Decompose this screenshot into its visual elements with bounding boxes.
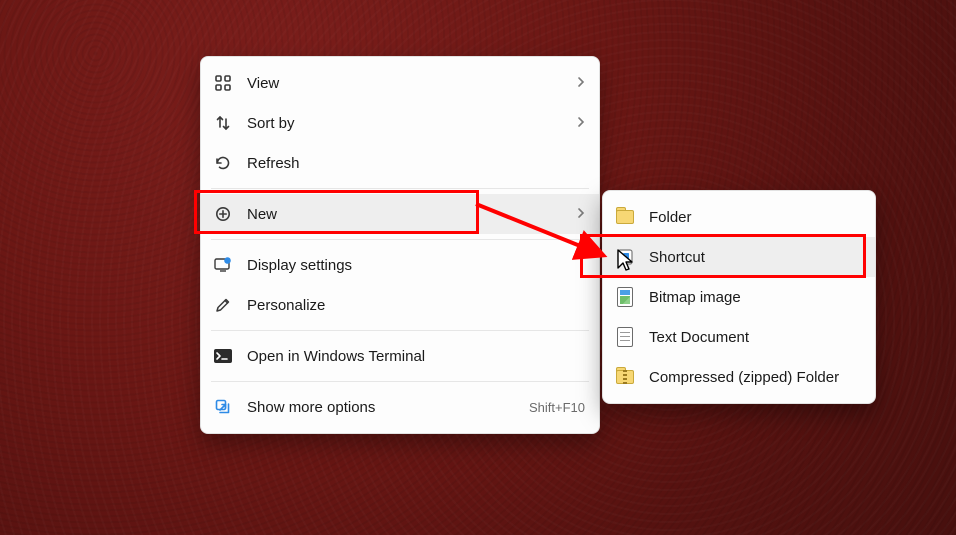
desktop-background: View Sort by Refresh xyxy=(0,0,956,535)
more-options-icon xyxy=(213,397,233,417)
menu-separator xyxy=(211,188,589,189)
menu-item-open-in-windows-terminal[interactable]: Open in Windows Terminal xyxy=(201,336,599,376)
menu-item-label: Refresh xyxy=(247,155,585,172)
menu-item-label: New xyxy=(247,206,557,223)
chevron-right-icon xyxy=(571,115,585,132)
new-submenu: Folder Shortcut Bitmap image Text Docu xyxy=(602,190,876,404)
submenu-item-folder[interactable]: Folder xyxy=(603,197,875,237)
shortcut-icon xyxy=(615,247,635,267)
chevron-right-icon xyxy=(571,75,585,92)
menu-item-label: Show more options xyxy=(247,399,505,416)
submenu-item-text-document[interactable]: Text Document xyxy=(603,317,875,357)
menu-item-label: Folder xyxy=(649,209,861,226)
bitmap-image-icon xyxy=(615,287,635,307)
submenu-item-compressed-folder[interactable]: Compressed (zipped) Folder xyxy=(603,357,875,397)
sort-icon xyxy=(213,113,233,133)
refresh-icon xyxy=(213,153,233,173)
desktop-context-menu: View Sort by Refresh xyxy=(200,56,600,434)
menu-item-show-more-options[interactable]: Show more options Shift+F10 xyxy=(201,387,599,427)
menu-item-label: Bitmap image xyxy=(649,289,861,306)
menu-item-personalize[interactable]: Personalize xyxy=(201,285,599,325)
submenu-item-shortcut[interactable]: Shortcut xyxy=(603,237,875,277)
submenu-item-bitmap-image[interactable]: Bitmap image xyxy=(603,277,875,317)
plus-circle-icon xyxy=(213,204,233,224)
menu-item-refresh[interactable]: Refresh xyxy=(201,143,599,183)
zip-folder-icon xyxy=(615,367,635,387)
menu-separator xyxy=(211,381,589,382)
menu-separator xyxy=(211,330,589,331)
terminal-icon xyxy=(213,346,233,366)
display-settings-icon xyxy=(213,255,233,275)
menu-item-display-settings[interactable]: Display settings xyxy=(201,245,599,285)
menu-item-label: Personalize xyxy=(247,297,585,314)
chevron-right-icon xyxy=(571,206,585,223)
menu-item-label: Shortcut xyxy=(649,249,861,266)
menu-item-label: Open in Windows Terminal xyxy=(247,348,585,365)
menu-item-label: View xyxy=(247,75,557,92)
grid-icon xyxy=(213,73,233,93)
text-document-icon xyxy=(615,327,635,347)
menu-item-label: Compressed (zipped) Folder xyxy=(649,369,861,386)
folder-icon xyxy=(615,207,635,227)
menu-item-new[interactable]: New xyxy=(201,194,599,234)
pencil-icon xyxy=(213,295,233,315)
menu-item-label: Sort by xyxy=(247,115,557,132)
menu-item-view[interactable]: View xyxy=(201,63,599,103)
menu-item-label: Display settings xyxy=(247,257,585,274)
menu-item-label: Text Document xyxy=(649,329,861,346)
menu-item-sort-by[interactable]: Sort by xyxy=(201,103,599,143)
menu-separator xyxy=(211,239,589,240)
menu-item-accelerator: Shift+F10 xyxy=(519,400,585,415)
